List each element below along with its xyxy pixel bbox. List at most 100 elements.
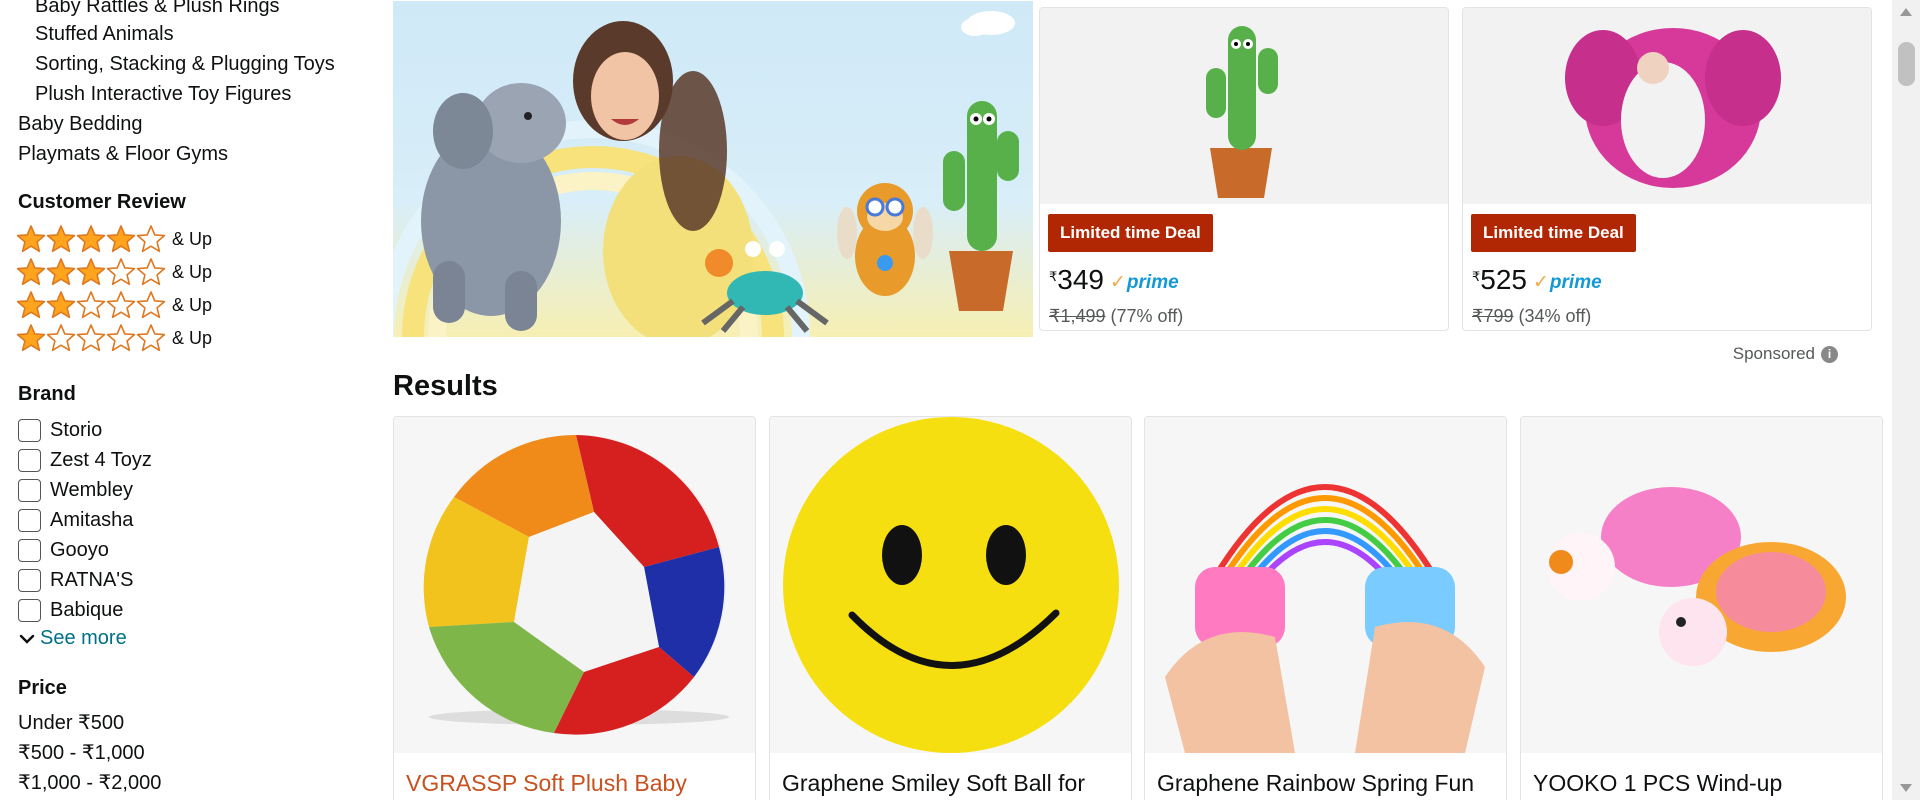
page-scrollbar[interactable] — [1892, 0, 1920, 800]
star-filled-icon — [16, 225, 46, 253]
scrollbar-thumb[interactable] — [1898, 42, 1915, 86]
scroll-up-arrow-icon[interactable] — [1900, 8, 1912, 16]
brand-checkbox[interactable] — [18, 568, 41, 592]
product-image[interactable] — [770, 417, 1131, 753]
brand-filter-option[interactable]: Zest 4 Toyz — [18, 446, 152, 474]
price-value: 525 — [1480, 264, 1527, 295]
brand-checkbox[interactable] — [18, 448, 41, 472]
star-rating — [16, 224, 166, 254]
star-filled-icon — [46, 291, 76, 319]
deal-card[interactable]: Limited time Deal ₹349 ✓ prime ₹1,499 (77% o… — [1039, 7, 1449, 331]
star-empty-icon — [136, 324, 166, 352]
mrp-strikethrough: ₹799 — [1472, 306, 1514, 326]
star-filled-icon — [76, 258, 106, 286]
sponsored-label[interactable]: Sponsored i — [1733, 344, 1838, 364]
star-empty-icon — [136, 258, 166, 286]
product-card[interactable]: Graphene Smiley Soft Ball for — [769, 416, 1132, 800]
brand-filter-option[interactable]: RATNA'S — [18, 566, 133, 594]
category-link[interactable]: Playmats & Floor Gyms — [18, 141, 228, 167]
brand-checkbox[interactable] — [18, 598, 41, 622]
brand-filter-option[interactable]: Babique — [18, 596, 123, 624]
product-image[interactable] — [1521, 417, 1882, 753]
product-title-link[interactable]: VGRASSP Soft Plush Baby — [406, 770, 687, 797]
brand-checkbox[interactable] — [18, 538, 41, 562]
star-empty-icon — [106, 324, 136, 352]
brand-checkbox[interactable] — [18, 418, 41, 442]
star-empty-icon — [136, 291, 166, 319]
price-filter-link[interactable]: ₹500 - ₹1,000 — [18, 740, 145, 766]
prime-check-icon: ✓ — [1110, 272, 1126, 293]
product-card[interactable]: YOOKO 1 PCS Wind-up — [1520, 416, 1883, 800]
category-link[interactable]: Baby Rattles & Plush Rings — [35, 0, 280, 19]
prime-badge: ✓ prime — [1110, 271, 1179, 294]
star-rating — [16, 290, 166, 320]
plush-ball-icon — [423, 434, 729, 735]
category-link[interactable]: Baby Bedding — [18, 111, 143, 137]
brand-filter-option[interactable]: Amitasha — [18, 506, 133, 534]
product-title-link[interactable]: Graphene Smiley Soft Ball for — [782, 770, 1085, 797]
review-filter-2-stars[interactable]: & Up — [16, 290, 212, 320]
brand-checkbox[interactable] — [18, 508, 41, 532]
results-heading: Results — [393, 370, 498, 402]
product-title-link[interactable]: Graphene Rainbow Spring Fun — [1157, 770, 1474, 797]
and-up-label: & Up — [172, 327, 213, 348]
category-link[interactable]: Sorting, Stacking & Plugging Toys — [35, 51, 335, 77]
and-up-label: & Up — [172, 261, 213, 282]
star-empty-icon — [46, 324, 76, 352]
brand-heading: Brand — [18, 383, 76, 405]
info-icon[interactable]: i — [1821, 345, 1838, 363]
product-image[interactable] — [1145, 417, 1506, 753]
rainbow-spring-icon — [1165, 484, 1485, 753]
category-link[interactable]: Plush Interactive Toy Figures — [35, 81, 291, 107]
see-more-label: See more — [40, 627, 127, 649]
brand-filter-option[interactable]: Storio — [18, 416, 102, 444]
sponsored-banner: Limited time Deal ₹349 ✓ prime ₹1,499 (77% o… — [393, 1, 1872, 363]
brand-label: Zest 4 Toyz — [50, 448, 152, 471]
star-filled-icon — [46, 258, 76, 286]
review-filter-4-stars[interactable]: & Up — [16, 224, 212, 254]
brand-label: Storio — [50, 418, 103, 441]
product-image[interactable] — [394, 417, 755, 753]
brand-filter-option[interactable]: Gooyo — [18, 536, 109, 564]
deal-product-image[interactable] — [1463, 8, 1871, 204]
sponsored-text: Sponsored — [1732, 344, 1815, 363]
cactus-toy-icon — [943, 101, 1019, 311]
and-up-label: & Up — [172, 228, 213, 249]
scroll-down-arrow-icon[interactable] — [1900, 784, 1912, 792]
brand-filter-option[interactable]: Wembley — [18, 476, 133, 504]
prime-check-icon: ✓ — [1533, 272, 1549, 293]
star-rating — [16, 323, 166, 353]
brand-label: Babique — [50, 598, 124, 621]
deal-original-price: ₹1,499 (77% off) — [1049, 306, 1183, 327]
banner-hero-image[interactable] — [393, 1, 1033, 337]
star-filled-icon — [46, 225, 76, 253]
product-card[interactable]: VGRASSP Soft Plush Baby — [393, 416, 756, 800]
deal-price: ₹525 ✓ prime — [1472, 265, 1602, 295]
brand-label: RATNA'S — [50, 568, 134, 591]
brand-label: Gooyo — [50, 538, 109, 561]
brand-label: Amitasha — [50, 508, 134, 531]
star-empty-icon — [76, 291, 106, 319]
review-filter-1-stars[interactable]: & Up — [16, 323, 212, 353]
prime-label: prime — [1126, 271, 1179, 293]
price-value: 349 — [1057, 264, 1104, 295]
prime-label: prime — [1549, 271, 1602, 293]
price-filter-link[interactable]: ₹1,000 - ₹2,000 — [18, 770, 161, 796]
deal-product-image[interactable] — [1040, 8, 1448, 204]
product-title-link[interactable]: YOOKO 1 PCS Wind-up — [1533, 770, 1782, 797]
review-filter-3-stars[interactable]: & Up — [16, 257, 212, 287]
product-card[interactable]: Graphene Rainbow Spring Fun — [1144, 416, 1507, 800]
monkey-toy-icon — [837, 183, 933, 296]
filters-sidebar: Baby Rattles & Plush Rings Stuffed Anima… — [0, 0, 385, 800]
dancing-cactus-toy-icon — [1206, 26, 1278, 198]
brand-label: Wembley — [50, 478, 133, 501]
brand-checkbox[interactable] — [18, 478, 41, 502]
deal-card[interactable]: Limited time Deal ₹525 ✓ prime ₹799 (34% off… — [1462, 7, 1872, 331]
discount-percent: (77% off) — [1110, 306, 1184, 326]
mrp-strikethrough: ₹1,499 — [1049, 306, 1106, 326]
see-more-link[interactable]: See more — [18, 627, 127, 650]
category-link[interactable]: Stuffed Animals — [35, 21, 174, 47]
pink-elephant-plush-icon — [1565, 28, 1781, 188]
price-filter-link[interactable]: Under ₹500 — [18, 710, 124, 736]
limited-deal-badge: Limited time Deal — [1048, 214, 1213, 252]
